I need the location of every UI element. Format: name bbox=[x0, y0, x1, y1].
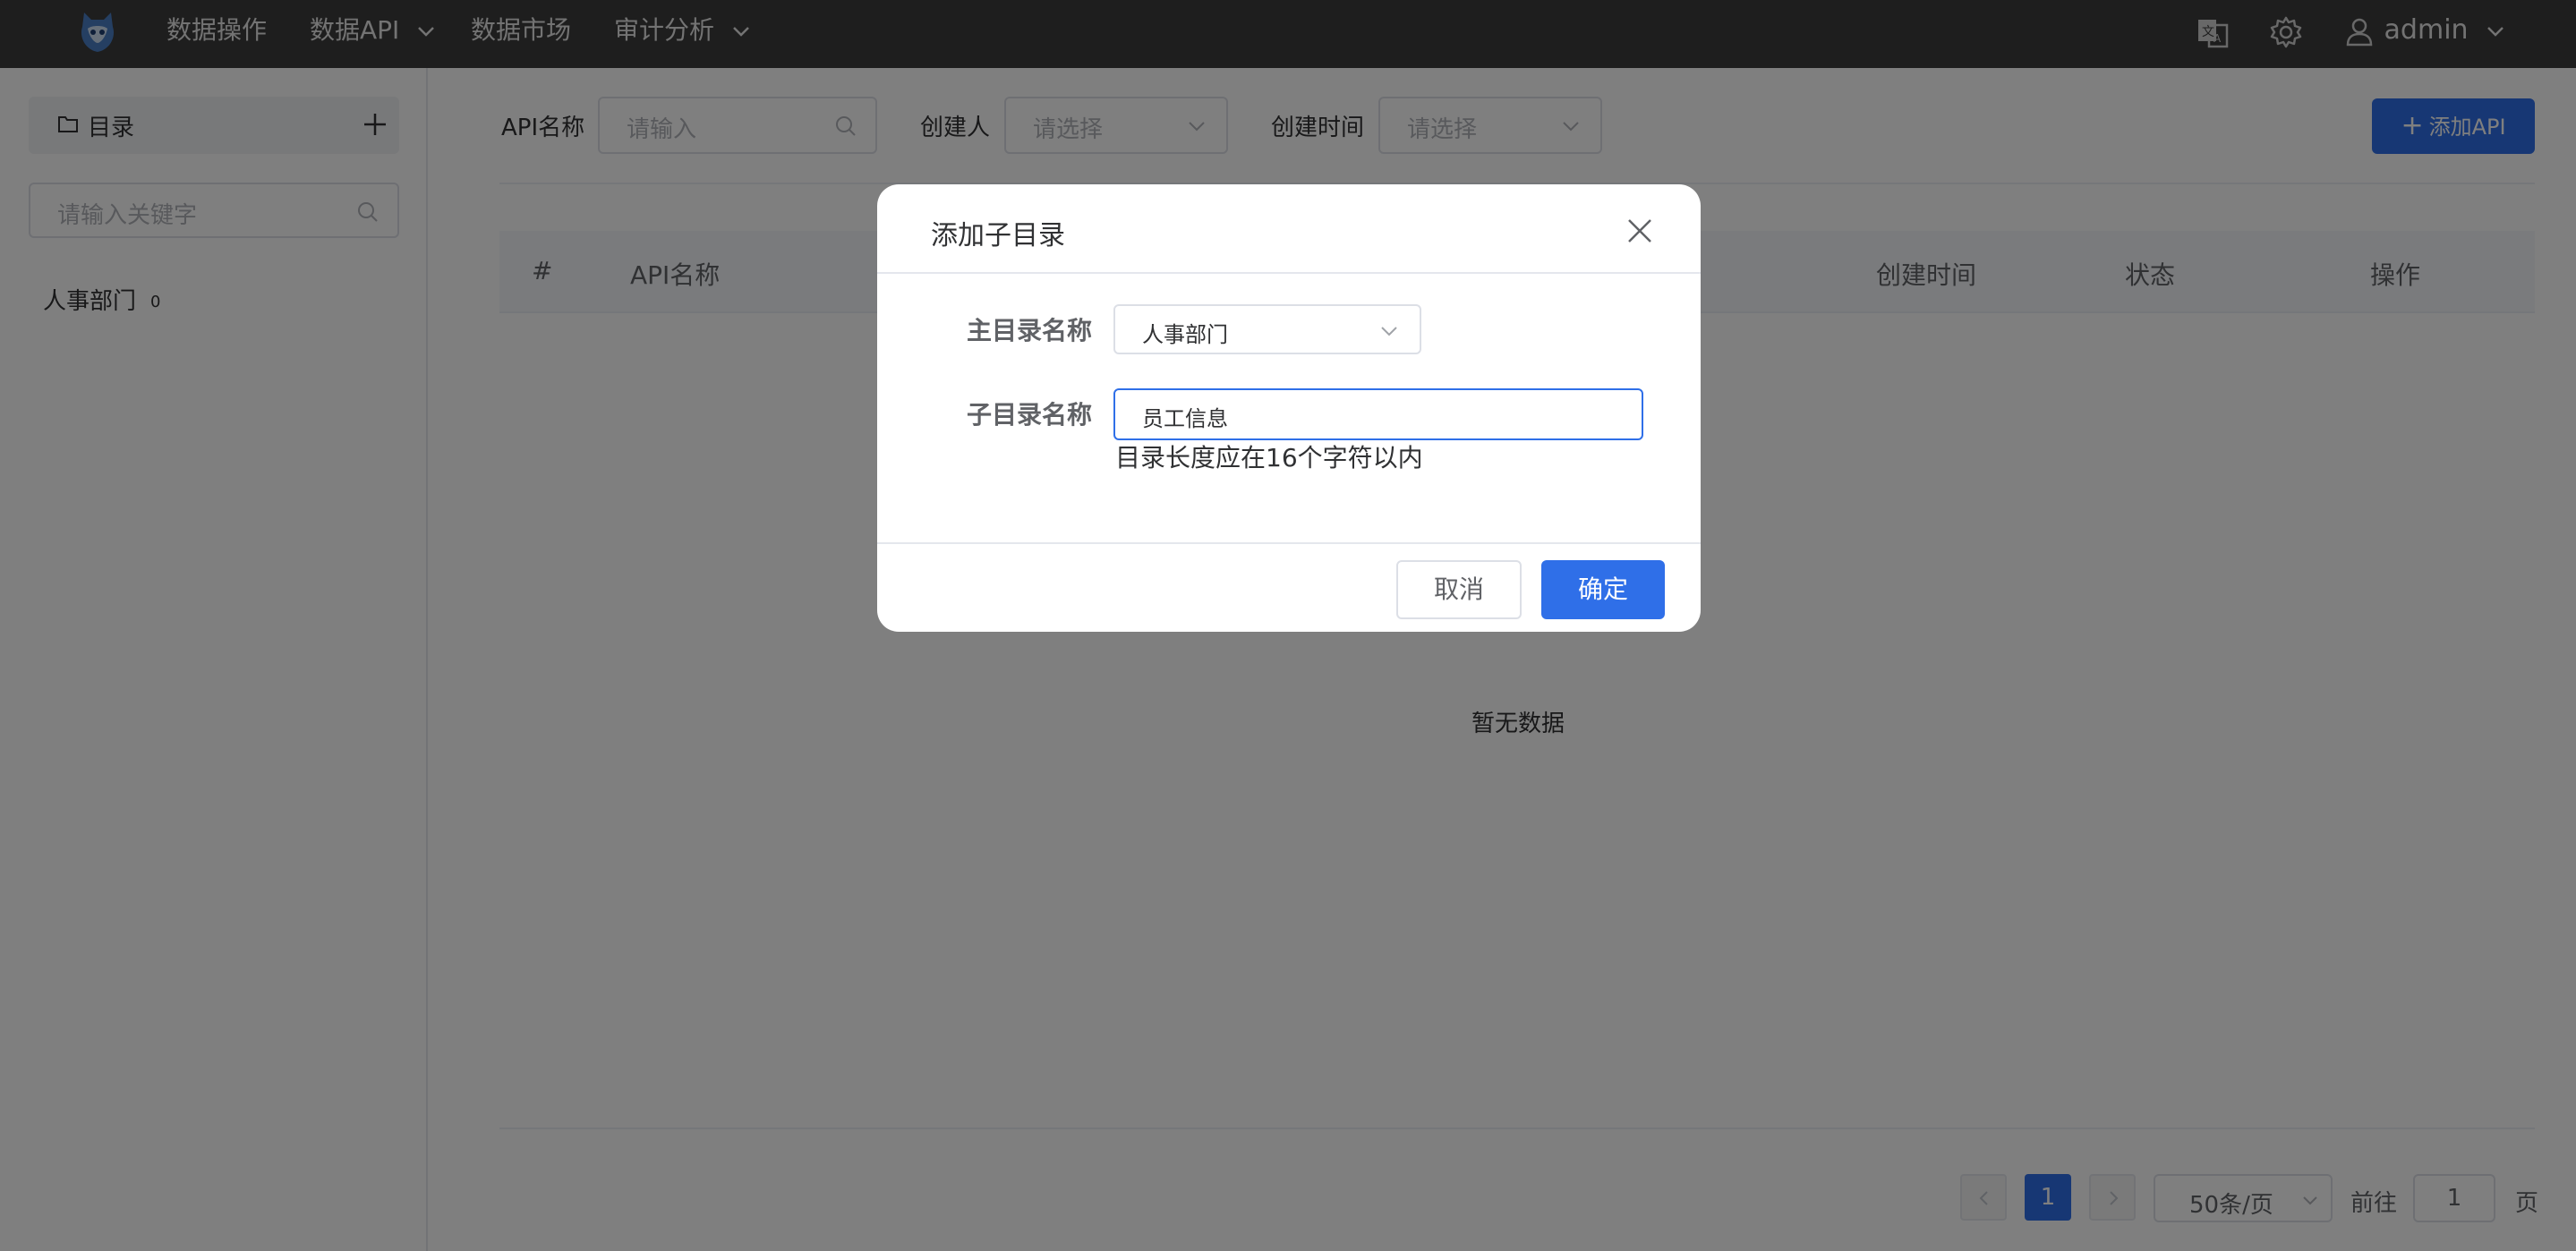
parent-directory-label: 主目录名称 bbox=[967, 316, 1093, 345]
dialog-title: 添加子目录 bbox=[931, 220, 1065, 251]
subdirectory-name-input[interactable]: 员工信息 bbox=[1113, 388, 1643, 440]
parent-directory-value: 人事部门 bbox=[1142, 322, 1228, 347]
close-icon[interactable] bbox=[1622, 213, 1658, 249]
add-subdirectory-dialog: 添加子目录 主目录名称 人事部门 子目录名称 员工信息 目录长度应在16个字符以… bbox=[877, 184, 1701, 632]
confirm-button[interactable]: 确定 bbox=[1541, 560, 1665, 619]
dialog-footer-divider bbox=[877, 542, 1701, 544]
length-hint: 目录长度应在16个字符以内 bbox=[1115, 443, 1423, 472]
cancel-button[interactable]: 取消 bbox=[1396, 560, 1522, 619]
parent-directory-select[interactable]: 人事部门 bbox=[1113, 304, 1421, 354]
chevron-down-icon bbox=[1381, 327, 1397, 336]
subdirectory-label: 子目录名称 bbox=[967, 400, 1093, 430]
subdirectory-name-value: 员工信息 bbox=[1142, 406, 1228, 431]
dialog-header-divider bbox=[877, 272, 1701, 274]
